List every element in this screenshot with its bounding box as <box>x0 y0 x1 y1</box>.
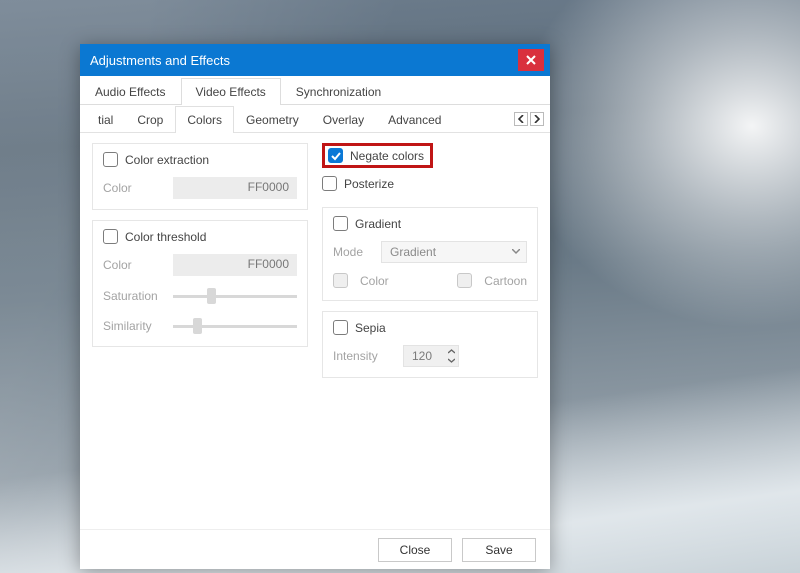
main-tabs: Audio Effects Video Effects Synchronizat… <box>80 76 550 105</box>
gradient-group: Gradient Mode Gradient Color Cartoon <box>322 207 538 301</box>
extraction-color-label: Color <box>103 181 165 195</box>
sub-tabs: tial Crop Colors Geometry Overlay Advanc… <box>80 105 512 132</box>
slider-track <box>173 295 297 298</box>
scroll-left-button[interactable] <box>514 112 528 126</box>
color-threshold-label: Color threshold <box>125 230 206 244</box>
extraction-color-field[interactable]: FF0000 <box>173 177 297 199</box>
check-icon <box>331 151 341 161</box>
sepia-group: Sepia Intensity 120 <box>322 311 538 378</box>
close-window-button[interactable] <box>518 49 544 71</box>
similarity-slider[interactable] <box>173 316 297 336</box>
negate-colors-highlight: Negate colors <box>322 143 433 168</box>
slider-thumb[interactable] <box>193 318 202 334</box>
gradient-checkbox[interactable] <box>333 216 348 231</box>
posterize-checkbox[interactable] <box>322 176 337 191</box>
gradient-color-label: Color <box>360 274 389 288</box>
intensity-label: Intensity <box>333 349 395 363</box>
gradient-mode-label: Mode <box>333 245 373 259</box>
saturation-slider[interactable] <box>173 286 297 306</box>
color-extraction-group: Color extraction Color FF0000 <box>92 143 308 210</box>
chevron-right-icon <box>535 115 539 123</box>
scroll-right-button[interactable] <box>530 112 544 126</box>
subtab-overlay[interactable]: Overlay <box>311 106 376 133</box>
stepper-buttons <box>446 348 456 365</box>
gradient-color-checkbox <box>333 273 348 288</box>
right-column: Negate colors Posterize Gradient Mode Gr… <box>322 143 538 521</box>
color-threshold-checkbox[interactable] <box>103 229 118 244</box>
sepia-label: Sepia <box>355 321 386 335</box>
subtab-colors[interactable]: Colors <box>175 106 234 133</box>
titlebar[interactable]: Adjustments and Effects <box>80 44 550 76</box>
posterize-label: Posterize <box>344 177 394 191</box>
step-down-button[interactable] <box>446 357 456 365</box>
close-icon <box>526 55 536 65</box>
threshold-color-field[interactable]: FF0000 <box>173 254 297 276</box>
chevron-down-icon <box>448 359 455 362</box>
saturation-label: Saturation <box>103 289 165 303</box>
sepia-checkbox[interactable] <box>333 320 348 335</box>
color-threshold-group: Color threshold Color FF0000 Saturation … <box>92 220 308 347</box>
gradient-label: Gradient <box>355 217 401 231</box>
gradient-cartoon-label: Cartoon <box>484 274 527 288</box>
subtab-essential[interactable]: tial <box>86 106 125 133</box>
close-button[interactable]: Close <box>378 538 452 562</box>
similarity-label: Similarity <box>103 319 165 333</box>
subtab-scroll-buttons <box>512 105 550 132</box>
subtab-crop[interactable]: Crop <box>125 106 175 133</box>
intensity-stepper[interactable]: 120 <box>403 345 459 367</box>
left-column: Color extraction Color FF0000 Color thre… <box>92 143 308 521</box>
sub-tabs-row: tial Crop Colors Geometry Overlay Advanc… <box>80 105 550 133</box>
negate-colors-checkbox[interactable] <box>328 148 343 163</box>
chevron-left-icon <box>519 115 523 123</box>
dialog-footer: Close Save <box>80 529 550 569</box>
adjustments-window: Adjustments and Effects Audio Effects Vi… <box>80 44 550 569</box>
step-up-button[interactable] <box>446 348 456 356</box>
content-area: Color extraction Color FF0000 Color thre… <box>80 133 550 529</box>
color-extraction-label: Color extraction <box>125 153 209 167</box>
slider-thumb[interactable] <box>207 288 216 304</box>
gradient-cartoon-checkbox <box>457 273 472 288</box>
window-title: Adjustments and Effects <box>90 53 518 68</box>
intensity-value: 120 <box>412 349 432 363</box>
save-button[interactable]: Save <box>462 538 536 562</box>
gradient-mode-value: Gradient <box>390 245 436 259</box>
tab-video-effects[interactable]: Video Effects <box>181 78 281 105</box>
subtab-geometry[interactable]: Geometry <box>234 106 311 133</box>
negate-colors-label: Negate colors <box>350 149 424 163</box>
tab-audio-effects[interactable]: Audio Effects <box>80 78 181 105</box>
slider-track <box>173 325 297 328</box>
tab-synchronization[interactable]: Synchronization <box>281 78 396 105</box>
chevron-up-icon <box>448 350 455 353</box>
chevron-down-icon <box>512 249 520 255</box>
threshold-color-label: Color <box>103 258 165 272</box>
gradient-mode-select[interactable]: Gradient <box>381 241 527 263</box>
color-extraction-checkbox[interactable] <box>103 152 118 167</box>
subtab-advanced[interactable]: Advanced <box>376 106 453 133</box>
